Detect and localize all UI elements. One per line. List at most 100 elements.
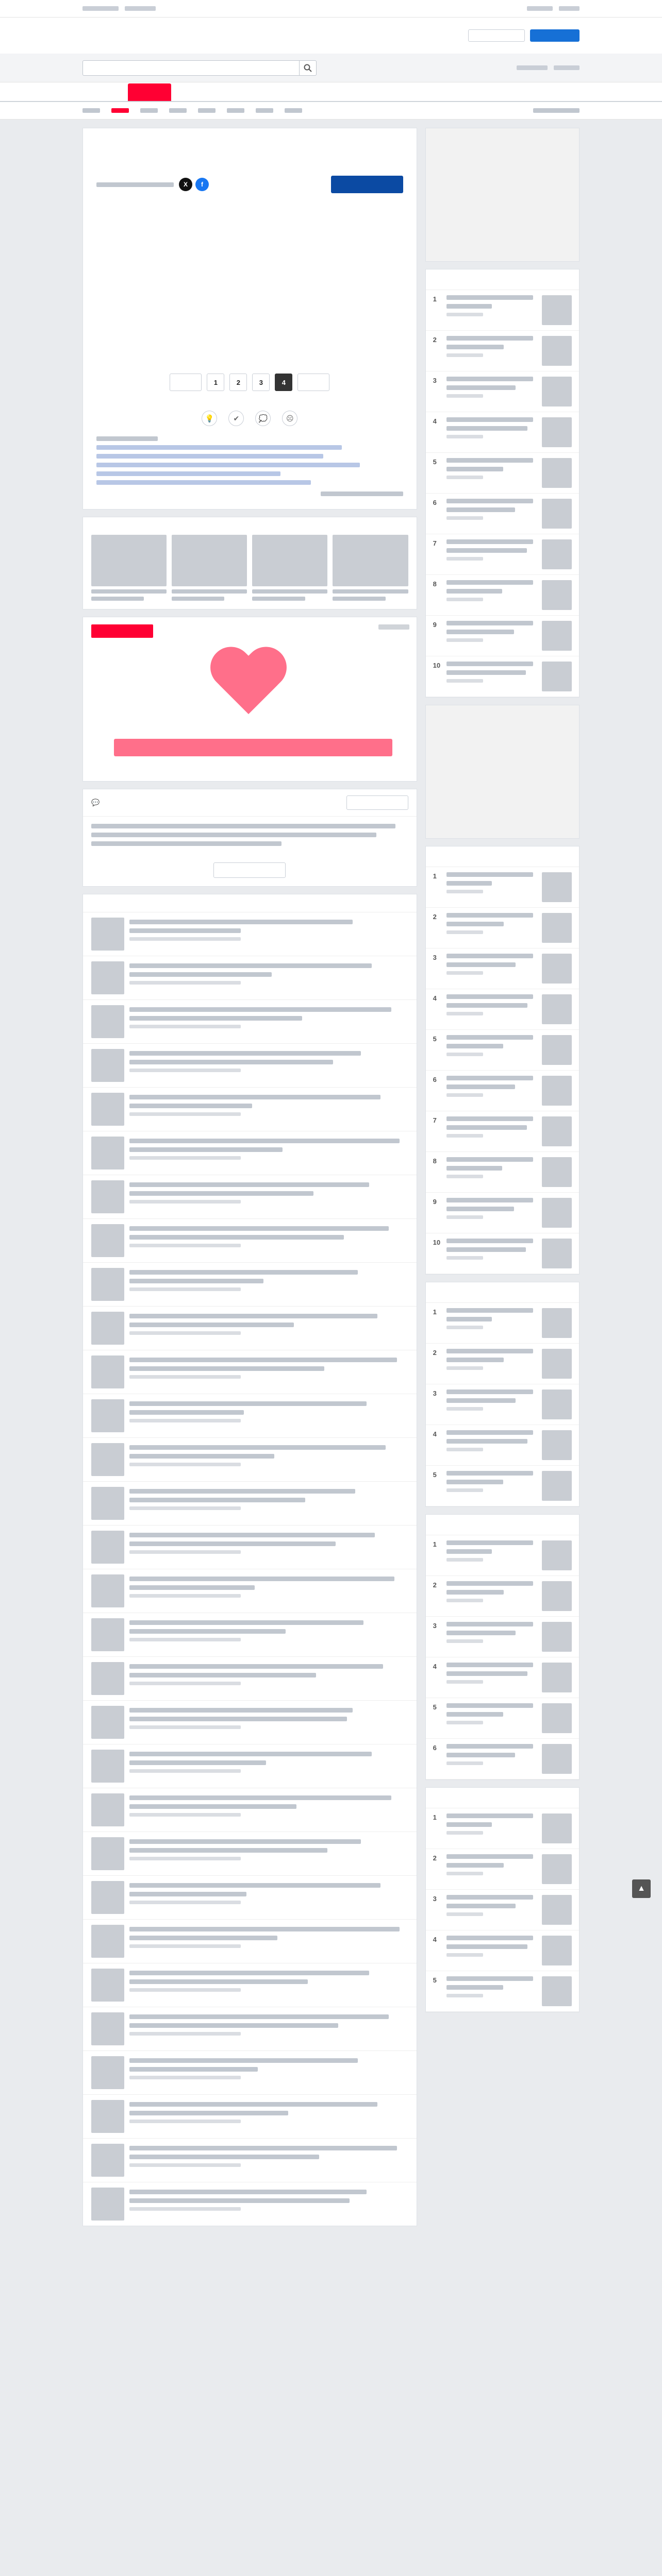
ranking-item[interactable]: 4: [425, 412, 579, 453]
subnav-item[interactable]: [82, 108, 100, 113]
tab[interactable]: [219, 83, 262, 101]
ranking-item[interactable]: 5: [425, 453, 579, 494]
subnav-item[interactable]: [227, 108, 244, 113]
recommended-item[interactable]: [83, 1218, 417, 1262]
recommended-item[interactable]: [83, 912, 417, 956]
provider-logo[interactable]: [330, 176, 403, 193]
subnav-item[interactable]: [198, 108, 216, 113]
ranking-item[interactable]: 4: [425, 1425, 579, 1466]
more-article-card[interactable]: [91, 535, 167, 601]
next-page-button[interactable]: [297, 374, 330, 391]
ranking-item[interactable]: 5: [425, 1466, 579, 1506]
facebook-share-icon[interactable]: f: [195, 178, 209, 191]
tab[interactable]: [309, 83, 353, 101]
recommended-item[interactable]: [83, 1875, 417, 1919]
recommended-item[interactable]: [83, 1175, 417, 1218]
ranking-item[interactable]: 5: [425, 1698, 579, 1739]
ranking-item[interactable]: 1: [425, 1303, 579, 1344]
more-article-card[interactable]: [172, 535, 247, 601]
subnav-item[interactable]: [285, 108, 302, 113]
x-share-icon[interactable]: X: [179, 178, 192, 191]
signup-button[interactable]: [530, 29, 580, 42]
ranking-item[interactable]: 3: [425, 1617, 579, 1657]
ranking-item[interactable]: 6: [425, 1739, 579, 1780]
recommended-item[interactable]: [83, 2138, 417, 2182]
page-number[interactable]: 1: [207, 374, 225, 391]
ranking-item[interactable]: 3: [425, 371, 579, 412]
top-link[interactable]: [125, 6, 156, 11]
page-number[interactable]: 3: [252, 374, 270, 391]
subnav-item[interactable]: [256, 108, 273, 113]
tab[interactable]: [173, 83, 217, 101]
ranking-item[interactable]: 6: [425, 494, 579, 534]
sidebar-ad[interactable]: [425, 128, 580, 262]
search-band-link[interactable]: [554, 65, 580, 70]
recommended-item[interactable]: [83, 2050, 417, 2094]
ranking-item[interactable]: 10: [425, 1233, 579, 1274]
post-comment-button[interactable]: [346, 795, 408, 810]
login-button[interactable]: [468, 29, 525, 42]
ranking-item[interactable]: 2: [425, 331, 579, 371]
top-link[interactable]: [82, 6, 119, 11]
recommended-item[interactable]: [83, 1350, 417, 1394]
reaction-sad-icon[interactable]: ☹: [282, 411, 298, 426]
recommended-item[interactable]: [83, 1963, 417, 2007]
ranking-item[interactable]: 3: [425, 1384, 579, 1425]
recommended-item[interactable]: [83, 1306, 417, 1350]
ranking-item[interactable]: 10: [425, 656, 579, 697]
tab[interactable]: [355, 83, 398, 101]
search-input[interactable]: [82, 60, 299, 76]
related-link[interactable]: [96, 445, 342, 450]
site-logo[interactable]: [82, 27, 168, 44]
recommended-item[interactable]: [83, 1131, 417, 1175]
recommended-item[interactable]: [83, 2007, 417, 2050]
recommended-item[interactable]: [83, 1394, 417, 1437]
recommended-item[interactable]: [83, 2182, 417, 2226]
recommended-item[interactable]: [83, 1832, 417, 1875]
recommended-item[interactable]: [83, 1613, 417, 1656]
ranking-item[interactable]: 3: [425, 948, 579, 989]
recommended-item[interactable]: [83, 1525, 417, 1569]
ranking-item[interactable]: 4: [425, 989, 579, 1030]
ranking-item[interactable]: 9: [425, 616, 579, 656]
ranking-item[interactable]: 5: [425, 1030, 579, 1071]
ranking-item[interactable]: 2: [425, 1576, 579, 1617]
related-link[interactable]: [96, 480, 311, 485]
ranking-item[interactable]: 5: [425, 1971, 579, 2012]
ranking-item[interactable]: 7: [425, 534, 579, 575]
tab[interactable]: [400, 83, 443, 101]
ranking-item[interactable]: 4: [425, 1930, 579, 1971]
related-link[interactable]: [96, 471, 280, 476]
recommended-item[interactable]: [83, 956, 417, 999]
ranking-item[interactable]: 9: [425, 1193, 579, 1233]
ranking-item[interactable]: 1: [425, 290, 579, 331]
ranking-item[interactable]: 7: [425, 1111, 579, 1152]
sidebar-ad[interactable]: [425, 705, 580, 839]
recommended-item[interactable]: [83, 1262, 417, 1306]
ranking-item[interactable]: 8: [425, 575, 579, 616]
recommended-item[interactable]: [83, 1087, 417, 1131]
ranking-item[interactable]: 2: [425, 1344, 579, 1384]
recommended-item[interactable]: [83, 1569, 417, 1613]
recommended-item[interactable]: [83, 2094, 417, 2138]
recommended-item[interactable]: [83, 1656, 417, 1700]
subnav-item[interactable]: [140, 108, 158, 113]
top-link[interactable]: [559, 6, 580, 11]
subnav-more[interactable]: [533, 108, 580, 113]
reaction-understand-icon[interactable]: ✔: [228, 411, 244, 426]
search-button[interactable]: [299, 60, 317, 76]
recommended-item[interactable]: [83, 1700, 417, 1744]
ranking-item[interactable]: 2: [425, 1849, 579, 1890]
ranking-item[interactable]: 1: [425, 1535, 579, 1576]
recommended-item[interactable]: [83, 1481, 417, 1525]
recommended-item[interactable]: [83, 1788, 417, 1832]
related-link[interactable]: [96, 454, 324, 459]
ranking-item[interactable]: 4: [425, 1657, 579, 1698]
ranking-item[interactable]: 1: [425, 1808, 579, 1849]
ranking-item[interactable]: 2: [425, 908, 579, 948]
top-link[interactable]: [527, 6, 553, 11]
tab[interactable]: [82, 83, 126, 101]
page-number[interactable]: 2: [229, 374, 247, 391]
more-article-card[interactable]: [333, 535, 408, 601]
tab[interactable]: [264, 83, 307, 101]
